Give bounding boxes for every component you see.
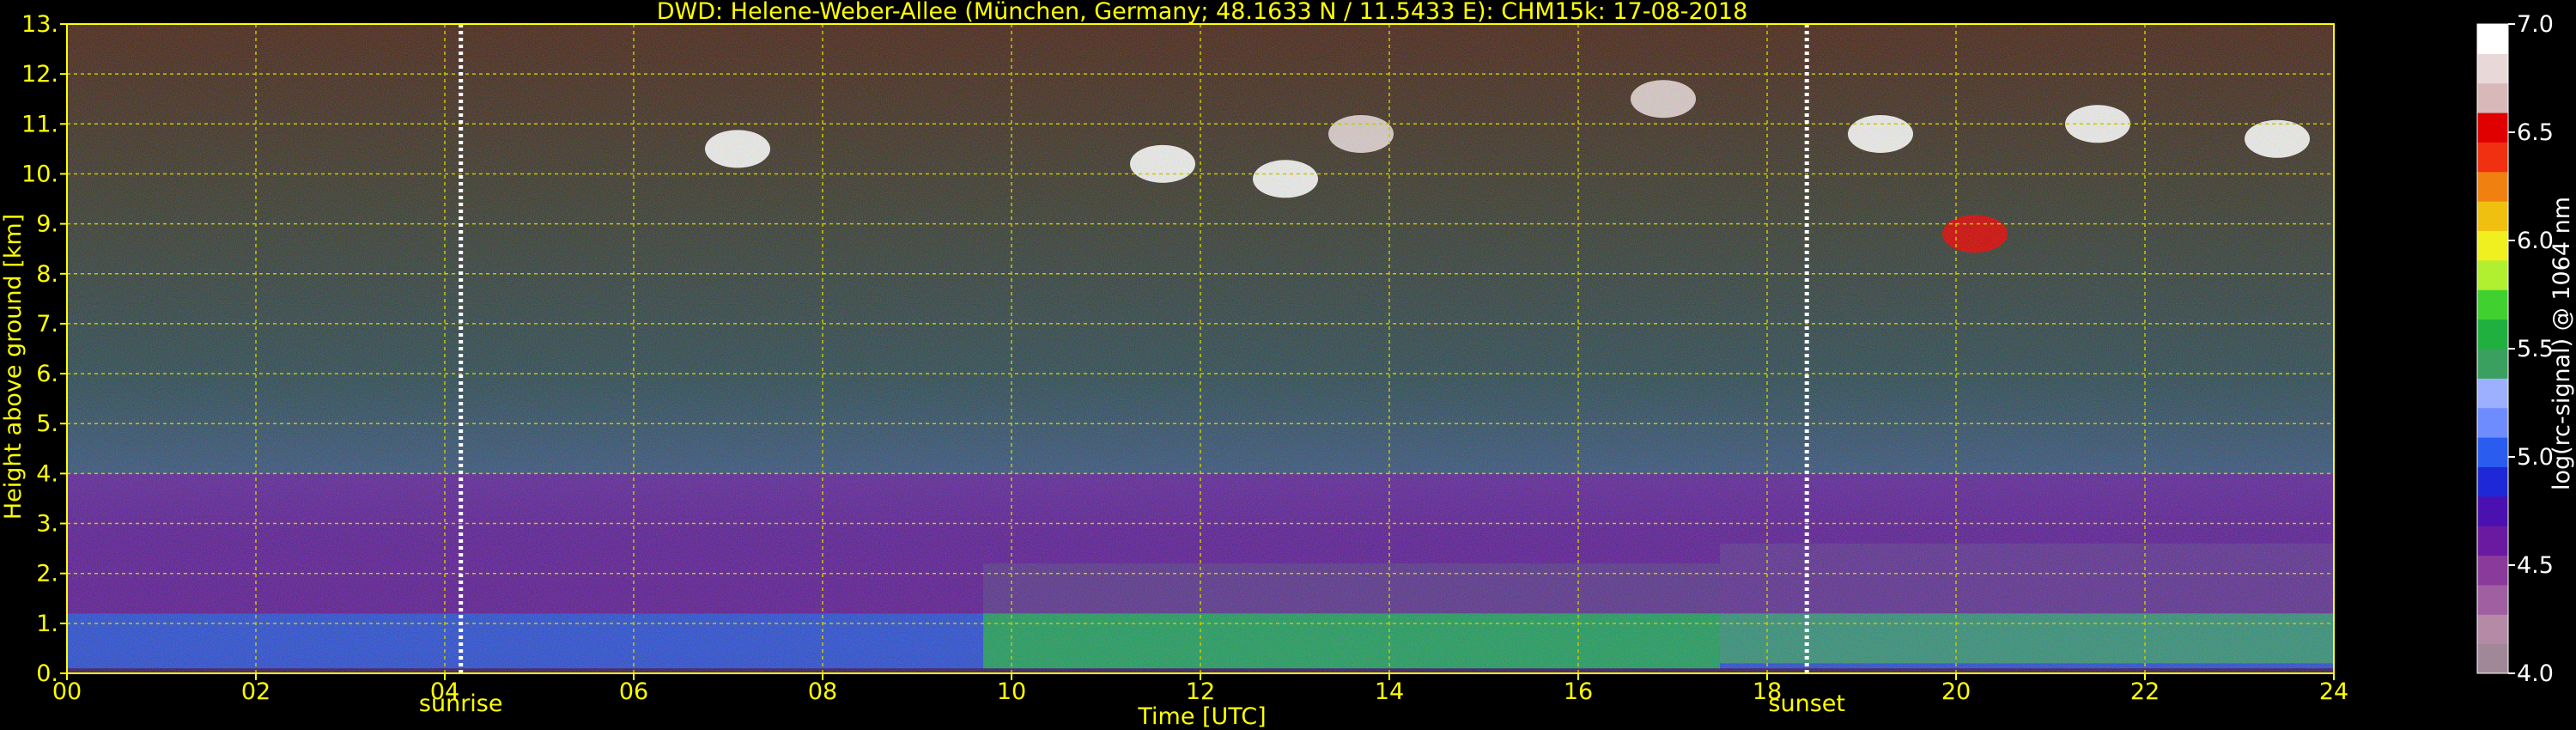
- lidar-ceilometer-chart: sunrise sunset00 02 04 06 08 10 12 14 16 18 20 22 240…: [0, 0, 2575, 730]
- colorbar-segment: [2477, 201, 2508, 232]
- colorbar-label: log(rc-signal) @ 1064 nm: [2549, 197, 2575, 490]
- x-tick-label: 04: [430, 678, 459, 705]
- y-tick-label: 13.: [21, 11, 58, 38]
- y-tick-label: 10.: [21, 161, 58, 187]
- y-tick-label: 7.: [36, 311, 58, 338]
- x-tick-label: 10: [997, 678, 1026, 705]
- colorbar-segment: [2477, 584, 2508, 615]
- colorbar-tick-label: 7.0: [2517, 11, 2554, 38]
- colorbar-tick-label: 4.5: [2517, 552, 2554, 579]
- colorbar-segment: [2477, 378, 2508, 409]
- x-tick-label: 08: [808, 678, 837, 705]
- colorbar-segment: [2477, 82, 2508, 113]
- colorbar-segment: [2477, 555, 2508, 586]
- colorbar-segment: [2477, 24, 2508, 54]
- y-tick-label: 6.: [36, 361, 58, 387]
- colorbar-segment: [2477, 437, 2508, 467]
- colorbar-segment: [2477, 113, 2508, 143]
- x-tick-label: 06: [619, 678, 648, 705]
- colorbar-segment: [2477, 259, 2508, 290]
- colorbar-segment: [2477, 526, 2508, 557]
- colorbar-segment: [2477, 230, 2508, 261]
- x-axis-label: Time [UTC]: [1137, 703, 1266, 730]
- x-tick-label: 24: [2319, 678, 2348, 705]
- y-tick-label: 1.: [36, 611, 58, 637]
- colorbar-tick-label: 6.5: [2517, 119, 2554, 146]
- colorbar-segment: [2477, 171, 2508, 202]
- colorbar-segment: [2477, 53, 2508, 84]
- x-tick-label: 20: [1941, 678, 1971, 705]
- chart-title: DWD: Helene-Weber-Allee (München, German…: [657, 0, 1748, 25]
- y-tick-label: 4.: [36, 460, 58, 487]
- x-tick-label: 14: [1375, 678, 1404, 705]
- x-tick-label: 18: [1753, 678, 1782, 705]
- colorbar-segment: [2477, 643, 2508, 674]
- y-tick-label: 11.: [21, 111, 58, 137]
- y-tick-label: 12.: [21, 61, 58, 88]
- y-tick-label: 3.: [36, 511, 58, 538]
- colorbar-segment: [2477, 349, 2508, 379]
- colorbar-segment: [2477, 407, 2508, 438]
- colorbar-segment: [2477, 289, 2508, 320]
- y-tick-label: 5.: [36, 411, 58, 437]
- x-tick-label: 02: [241, 678, 270, 705]
- y-tick-label: 9.: [36, 211, 58, 238]
- colorbar-segment: [2477, 466, 2508, 497]
- colorbar-segment: [2477, 142, 2508, 173]
- y-tick-label: 2.: [36, 561, 58, 587]
- x-tick-label: 16: [1564, 678, 1593, 705]
- colorbar-segment: [2477, 614, 2508, 645]
- colorbar-tick-label: 4.0: [2517, 660, 2554, 687]
- x-tick-label: 12: [1186, 678, 1215, 705]
- colorbar-segment: [2477, 319, 2508, 350]
- colorbar: 4.04.55.05.56.06.57.0: [2476, 11, 2554, 687]
- x-tick-label: 22: [2130, 678, 2160, 705]
- y-tick-label: 0.: [36, 660, 58, 687]
- y-axis-label: Height above ground [km]: [0, 214, 27, 520]
- colorbar-segment: [2477, 496, 2508, 526]
- y-tick-label: 8.: [36, 261, 58, 288]
